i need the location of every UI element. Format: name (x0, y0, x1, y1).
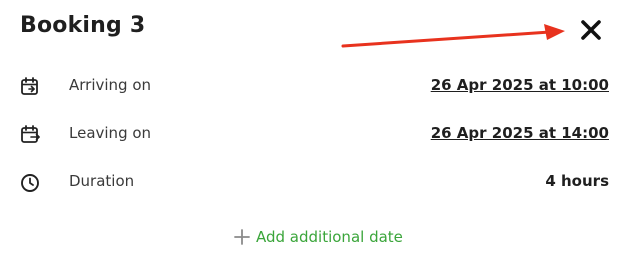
duration-row: Duration 4 hours (0, 167, 618, 197)
add-additional-date-button[interactable]: Add additional date (233, 226, 403, 248)
add-additional-date-label: Add additional date (256, 228, 403, 246)
leaving-date-link[interactable]: 26 Apr 2025 at 14:00 (431, 124, 609, 142)
annotation-arrow (341, 24, 565, 48)
duration-label: Duration (69, 172, 135, 190)
calendar-arrive-icon (21, 77, 38, 95)
leaving-label: Leaving on (69, 124, 152, 142)
close-button[interactable] (578, 17, 604, 43)
arriving-row: Arriving on 26 Apr 2025 at 10:00 (0, 71, 618, 101)
calendar-leave-icon (21, 125, 40, 143)
duration-value: 4 hours (545, 172, 609, 190)
leaving-row: Leaving on 26 Apr 2025 at 14:00 (0, 119, 618, 149)
clock-icon (21, 174, 39, 192)
booking-title: Booking 3 (20, 13, 146, 38)
arriving-label: Arriving on (69, 76, 152, 94)
arriving-date-link[interactable]: 26 Apr 2025 at 10:00 (431, 76, 609, 94)
booking-panel: Booking 3 Arriving on 26 Apr 2025 at 10:… (0, 0, 618, 253)
close-icon (581, 20, 601, 40)
plus-icon (234, 229, 250, 245)
